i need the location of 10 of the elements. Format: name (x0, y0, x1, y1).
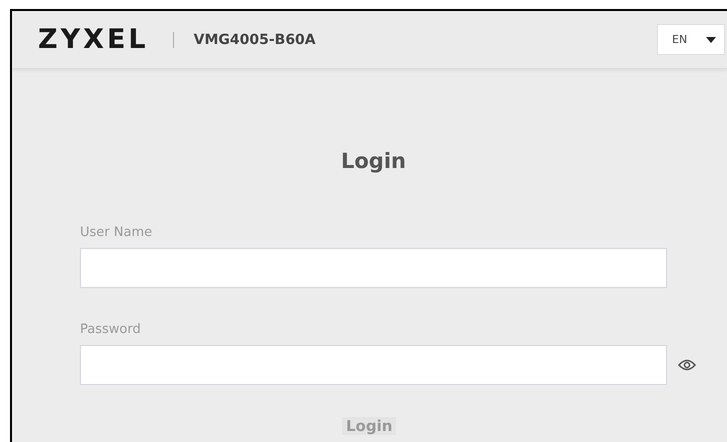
field-label: Password (80, 322, 142, 337)
model-name: VMG4005-B60A (194, 32, 316, 48)
field-label: User Name (80, 225, 154, 240)
input-field[interactable] (80, 345, 667, 385)
caret-icon (706, 36, 716, 42)
eye-icon[interactable] (678, 359, 696, 371)
input-field[interactable] (80, 248, 667, 288)
login-title: Login (340, 149, 407, 173)
language-select[interactable]: EN (657, 24, 725, 55)
brand-logo: ZYXEL (38, 24, 149, 55)
